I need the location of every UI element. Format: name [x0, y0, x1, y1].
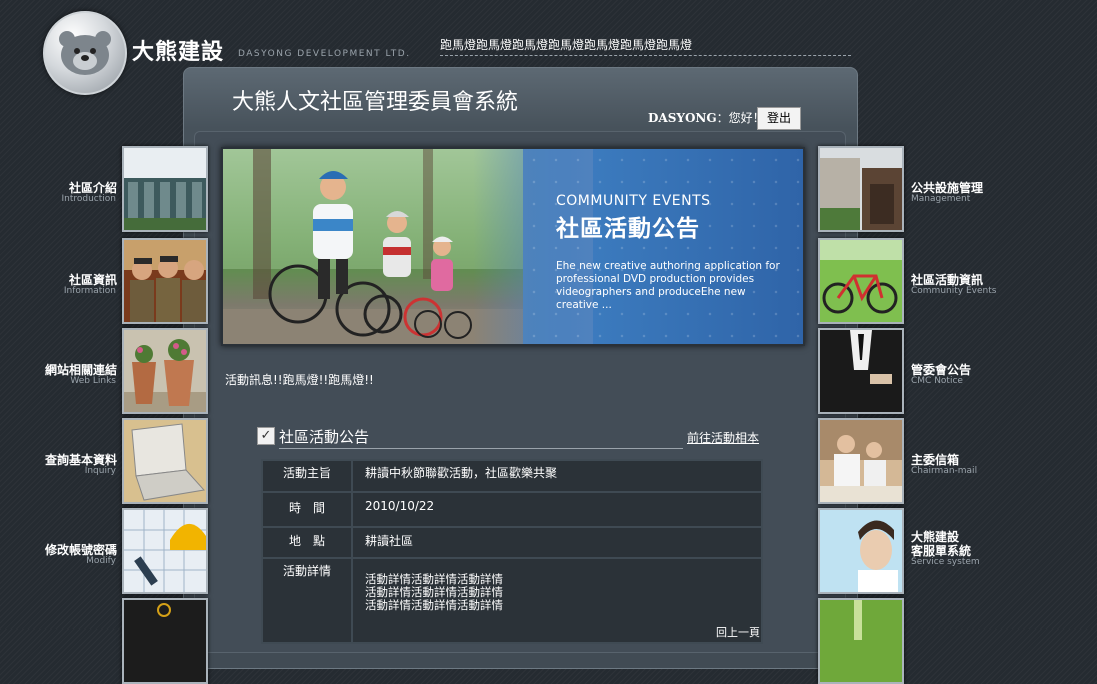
event-detail-table: 活動主旨 耕讀中秋節聯歡活動，社區歡樂共聚 時 間 2010/10/22 地 點…: [261, 459, 763, 644]
row-label: 地 點: [263, 528, 351, 557]
bicycle-photo: [820, 240, 902, 322]
suit-photo-icon[interactable]: [818, 328, 904, 414]
row-value: 耕讀中秋節聯歡活動，社區歡樂共聚: [353, 461, 761, 491]
tools-photo: [124, 600, 206, 682]
user-name: DASYONG: [648, 111, 717, 125]
office-workers-photo: [820, 420, 902, 502]
brand-name: 大熊建設: [132, 40, 225, 65]
nav-sub-management: Management: [911, 194, 971, 204]
row-value: 2010/10/22: [353, 493, 761, 526]
row-label: 活動詳情: [263, 559, 351, 642]
building-photo-icon[interactable]: [122, 146, 208, 232]
checkmark-icon: ✓: [257, 427, 275, 445]
logout-button[interactable]: 登出: [757, 107, 801, 130]
banner-description: Ehe new creative authoring application f…: [556, 260, 780, 311]
page-title: 大熊人文社區管理委員會系統: [232, 90, 519, 115]
guards-photo-icon[interactable]: [122, 238, 208, 324]
detail-line: 活動詳情活動詳情活動詳情: [365, 598, 503, 612]
nav-sub-chairman-mail: Chairman-mail: [911, 466, 978, 476]
table-row: 活動詳情 活動詳情活動詳情活動詳情 活動詳情活動詳情活動詳情 活動詳情活動詳情活…: [263, 559, 761, 642]
service-photo-icon[interactable]: [818, 508, 904, 594]
back-link[interactable]: 回上一頁: [716, 624, 760, 640]
green-photo-icon[interactable]: [818, 598, 904, 684]
nav-sub-information: Information: [63, 286, 116, 296]
community-events-banner: COMMUNITY EVENTS 社區活動公告 Ehe new creative…: [221, 147, 805, 346]
banner-pattern: [523, 149, 803, 344]
album-link[interactable]: 前往活動相本: [687, 429, 759, 446]
row-value: 活動詳情活動詳情活動詳情 活動詳情活動詳情活動詳情 活動詳情活動詳情活動詳情: [353, 559, 761, 642]
laptop-photo: [124, 420, 206, 502]
tools-photo-icon[interactable]: [122, 598, 208, 684]
service-photo: [820, 510, 902, 592]
nav-sub-service-system: Service system: [911, 557, 980, 567]
table-row: 時 間 2010/10/22: [263, 493, 761, 526]
table-row: 地 點 耕讀社區: [263, 528, 761, 557]
blueprint-tools-photo-icon[interactable]: [122, 508, 208, 594]
nav-sub-modify: Modify: [86, 556, 116, 566]
nav-sub-inquiry: Inquiry: [84, 466, 116, 476]
row-label: 活動主旨: [263, 461, 351, 491]
marquee-text: 跑馬燈跑馬燈跑馬燈跑馬燈跑馬燈跑馬燈跑馬燈: [440, 36, 851, 56]
nav-sub-cmc-notice: CMC Notice: [911, 376, 963, 386]
nav-sub-web-links: Web Links: [70, 376, 116, 386]
row-value: 耕讀社區: [353, 528, 761, 557]
laptop-photo-icon[interactable]: [122, 418, 208, 504]
nav-sub-community-events: Community Events: [911, 286, 997, 296]
flowerpots-photo: [124, 330, 206, 412]
green-photo: [820, 600, 902, 682]
brand-subtitle: DASYONG DEVELOPMENT LTD.: [238, 49, 411, 59]
table-row: 活動主旨 耕讀中秋節聯歡活動，社區歡樂共聚: [263, 461, 761, 491]
guards-photo: [124, 240, 206, 322]
user-greeting: DASYONG：您好！: [648, 109, 765, 126]
row-label: 時 間: [263, 493, 351, 526]
event-notice: 活動訊息!!跑馬燈!!跑馬燈!!: [225, 373, 374, 387]
bear-logo-icon[interactable]: [43, 11, 127, 95]
house-photo-icon[interactable]: [818, 146, 904, 232]
bicycle-photo-icon[interactable]: [818, 238, 904, 324]
building-photo: [124, 148, 206, 230]
flowerpots-photo-icon[interactable]: [122, 328, 208, 414]
banner-title-zh: 社區活動公告: [556, 216, 700, 242]
suit-photo: [820, 330, 902, 412]
office-workers-photo-icon[interactable]: [818, 418, 904, 504]
section-title: 社區活動公告: [279, 426, 683, 449]
house-photo: [820, 148, 902, 230]
nav-sub-introduction: Introduction: [61, 194, 116, 204]
banner-title-en: COMMUNITY EVENTS: [556, 193, 711, 209]
blueprint-tools-photo: [124, 510, 206, 592]
